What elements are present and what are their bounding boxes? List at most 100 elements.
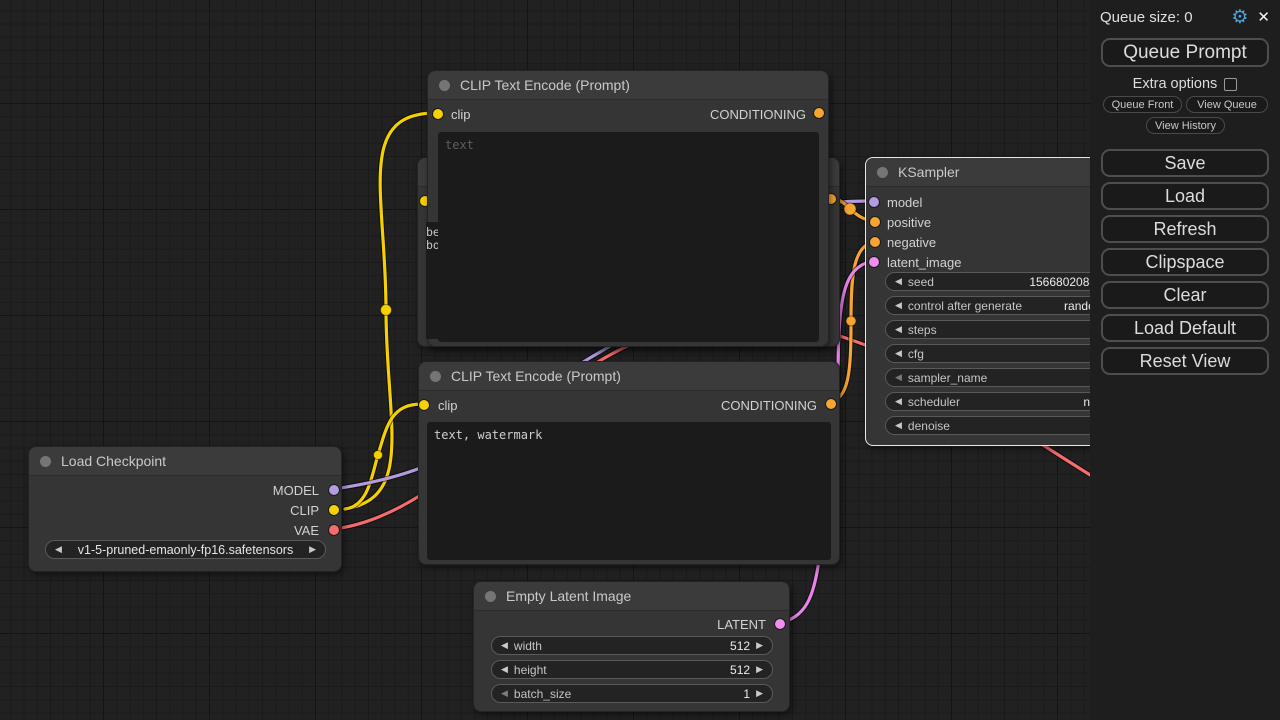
widget-label: scheduler [908,395,960,409]
decrement-icon[interactable]: ◀ [895,421,902,430]
node-clip-text-encode-top[interactable]: CLIP Text Encode (Prompt) clip CONDITION… [427,70,829,347]
decrement-icon[interactable]: ◀ [501,641,508,650]
ckpt-name-value: v1-5-pruned-emaonly-fp16.safetensors [78,543,293,557]
hidden-prompt-textarea-sliver[interactable]: be bo [426,222,438,339]
node-title: KSampler [898,164,959,180]
link-midpoint-dot [846,316,856,326]
node-collapse-dot[interactable] [430,371,441,382]
model-output-label: MODEL [273,483,319,498]
extra-options-label: Extra options [1133,76,1218,92]
decrement-icon[interactable]: ◀ [895,349,902,358]
negative-input-label: negative [887,235,936,250]
widget-label: batch_size [514,687,571,701]
decrement-icon[interactable]: ◀ [895,301,902,310]
widget-label: steps [908,323,937,337]
conditioning-output-label: CONDITIONING [721,398,817,413]
node-title: CLIP Text Encode (Prompt) [460,77,630,93]
vae-output-port[interactable] [329,525,339,535]
widget-label: cfg [908,347,924,361]
clip-input-label: clip [438,398,458,413]
comfy-menu-panel: Queue size: 0 ⚙ ✕ Queue Prompt Extra opt… [1090,0,1280,720]
conditioning-output-port[interactable] [814,108,824,118]
latent-output-port[interactable] [775,619,785,629]
increment-icon[interactable]: ▶ [756,641,763,650]
clip-output-port[interactable] [329,505,339,515]
clip-input-label: clip [451,107,471,122]
width-widget[interactable]: ◀ width 512 ▶ [491,636,773,655]
link-midpoint-dot [844,203,856,215]
decrement-icon[interactable]: ◀ [501,689,508,698]
latent-image-input-port[interactable] [869,257,879,267]
queue-prompt-button[interactable]: Queue Prompt [1101,38,1269,67]
latent-image-input-label: latent_image [887,255,961,270]
close-icon[interactable]: ✕ [1257,10,1270,25]
clip-output-label: CLIP [290,503,319,518]
combo-prev-icon[interactable]: ◀ [895,373,902,382]
widget-label: height [514,663,547,677]
widget-label: sampler_name [908,371,987,385]
view-queue-button[interactable]: View Queue [1186,96,1268,113]
link-midpoint-dot [374,451,383,460]
clip-input-port[interactable] [419,400,429,410]
ckpt-name-combo[interactable]: ◀ v1-5-pruned-emaonly-fp16.safetensors ▶ [45,540,326,559]
load-button[interactable]: Load [1101,182,1269,210]
queue-size-label: Queue size: 0 [1100,9,1222,26]
load-default-button[interactable]: Load Default [1101,314,1269,342]
settings-gear-icon[interactable]: ⚙ [1231,8,1248,27]
widget-label: seed [908,275,934,289]
node-empty-latent-image[interactable]: Empty Latent Image LATENT ◀ width 512 ▶ … [473,581,790,712]
node-title-bar[interactable]: CLIP Text Encode (Prompt) [428,71,828,100]
node-load-checkpoint[interactable]: Load Checkpoint MODEL CLIP VAE ◀ v1-5-pr… [28,446,342,572]
node-title: Load Checkpoint [61,453,166,469]
decrement-icon[interactable]: ◀ [895,325,902,334]
node-collapse-dot[interactable] [40,456,51,467]
reset-view-button[interactable]: Reset View [1101,347,1269,375]
decrement-icon[interactable]: ◀ [895,277,902,286]
node-clip-text-encode-bottom[interactable]: CLIP Text Encode (Prompt) clip CONDITION… [418,361,840,565]
batch-size-widget[interactable]: ◀ batch_size 1 ▶ [491,684,773,703]
prompt-textarea[interactable]: text, watermark [427,422,831,560]
prompt-textarea[interactable] [438,132,819,342]
height-widget[interactable]: ◀ height 512 ▶ [491,660,773,679]
positive-input-port[interactable] [870,217,880,227]
wire-clip-to-negative-clip [345,404,422,509]
conditioning-output-port[interactable] [826,399,836,409]
node-title: CLIP Text Encode (Prompt) [451,368,621,384]
widget-value: 512 [730,639,750,653]
refresh-button[interactable]: Refresh [1101,215,1269,243]
negative-input-port[interactable] [870,237,880,247]
queue-front-button[interactable]: Queue Front [1103,96,1182,113]
model-input-label: model [887,195,922,210]
combo-prev-icon[interactable]: ◀ [895,397,902,406]
vae-output-label: VAE [294,523,319,538]
node-collapse-dot[interactable] [877,167,888,178]
clip-input-port[interactable] [433,109,443,119]
model-input-port[interactable] [869,197,879,207]
node-collapse-dot[interactable] [485,591,496,602]
link-midpoint-dot [381,305,392,316]
combo-next-icon[interactable]: ▶ [309,545,316,554]
widget-label: control after generate [908,299,1022,313]
model-output-port[interactable] [329,485,339,495]
node-graph-canvas[interactable]: be bo CLIP Text Encode (Prompt) clip CON… [0,0,1280,720]
combo-prev-icon[interactable]: ◀ [55,545,62,554]
widget-label: width [514,639,542,653]
node-title: Empty Latent Image [506,588,631,604]
node-title-bar[interactable]: Empty Latent Image [474,582,789,611]
node-title-bar[interactable]: Load Checkpoint [29,447,341,476]
clipspace-button[interactable]: Clipspace [1101,248,1269,276]
increment-icon[interactable]: ▶ [756,665,763,674]
node-title-bar[interactable]: CLIP Text Encode (Prompt) [419,362,839,391]
save-button[interactable]: Save [1101,149,1269,177]
positive-input-label: positive [887,215,931,230]
latent-output-label: LATENT [717,617,766,632]
decrement-icon[interactable]: ◀ [501,665,508,674]
increment-icon[interactable]: ▶ [756,689,763,698]
widget-value: 512 [730,663,750,677]
widget-label: denoise [908,419,950,433]
clear-button[interactable]: Clear [1101,281,1269,309]
extra-options-checkbox[interactable] [1224,78,1237,91]
view-history-button[interactable]: View History [1146,117,1225,134]
conditioning-output-label: CONDITIONING [710,107,806,122]
node-collapse-dot[interactable] [439,80,450,91]
